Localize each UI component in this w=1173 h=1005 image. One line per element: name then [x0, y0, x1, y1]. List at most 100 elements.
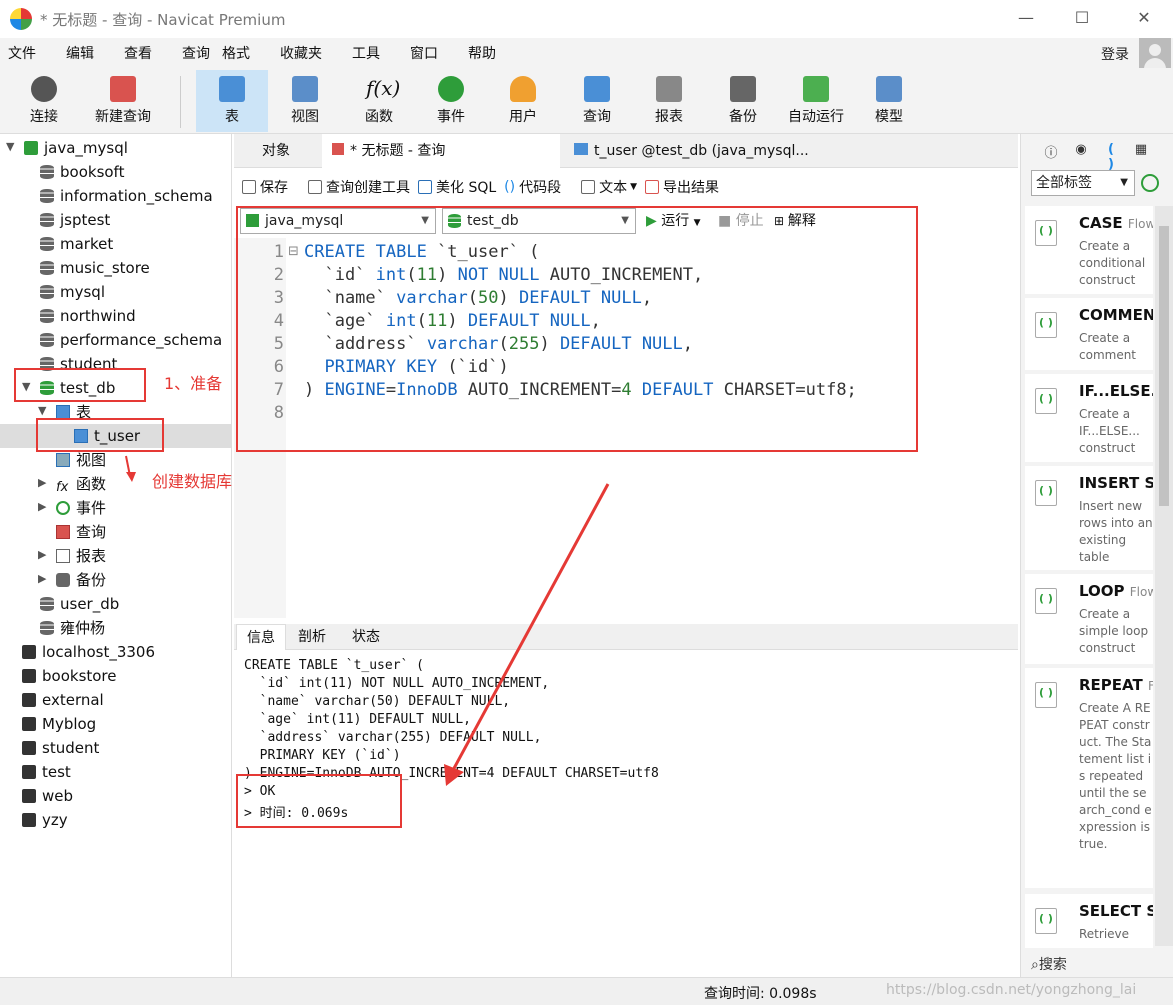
maximize-button[interactable]: ☐	[1072, 8, 1092, 28]
snippet-icon	[1035, 312, 1057, 338]
event-button[interactable]: 事件	[418, 70, 484, 132]
tree-connection-myblog[interactable]: Myblog	[22, 712, 96, 736]
connection-tree: ▼ java_mysql booksoft information_schema…	[0, 134, 232, 977]
tree-connection-student[interactable]: student	[22, 736, 99, 760]
snippet-case[interactable]: CASE FlowCreate a conditional construct	[1025, 206, 1153, 294]
tree-events[interactable]: 事件	[56, 496, 106, 520]
tree-connection-localhost[interactable]: localhost_3306	[22, 640, 155, 664]
document-tabs: 对象 * 无标题 - 查询 t_user @test_db (java_mysq…	[234, 134, 1018, 168]
snippet-scrollbar[interactable]	[1155, 206, 1173, 946]
tree-connection-java-mysql[interactable]: java_mysql	[24, 136, 128, 160]
query-builder-button[interactable]: 查询创建工具	[308, 177, 410, 197]
code-snippet-button[interactable]: () 代码段	[504, 177, 561, 197]
tree-db-jsptest[interactable]: jsptest	[40, 208, 110, 232]
collapse-arrow-icon[interactable]: ▼	[38, 404, 46, 417]
snippet-repeat[interactable]: REPEAT FlCreate A REPEAT construct. The …	[1025, 668, 1153, 888]
minimize-button[interactable]: —	[1016, 8, 1036, 28]
tab-status[interactable]: 状态	[342, 624, 390, 650]
tree-db-booksoft[interactable]: booksoft	[40, 160, 124, 184]
text-button[interactable]: 文本 ▼	[581, 177, 637, 197]
query-toolbar: 保存 查询创建工具 美化 SQL () 代码段 文本 ▼ 导出结果	[234, 170, 1018, 204]
menu-window[interactable]: 窗口	[410, 43, 438, 63]
grid-icon[interactable]: ▦	[1133, 142, 1149, 158]
tab-objects[interactable]: 对象	[252, 134, 300, 168]
tree-backups[interactable]: 备份	[56, 568, 106, 592]
code-snippet-icon[interactable]: ( )	[1103, 142, 1119, 172]
tree-db-northwind[interactable]: northwind	[40, 304, 136, 328]
dropdown-arrow-icon: ▼	[630, 182, 638, 192]
clock-icon	[438, 76, 464, 102]
annotation-box-result	[236, 774, 402, 828]
tree-queries[interactable]: 查询	[56, 520, 106, 544]
collapse-arrow-icon[interactable]: ▼	[6, 140, 14, 153]
tree-db-market[interactable]: market	[40, 232, 113, 256]
query-icon	[584, 76, 610, 102]
window-title: * 无标题 - 查询 - Navicat Premium	[40, 10, 286, 29]
refresh-icon[interactable]	[1141, 174, 1159, 192]
query-icon	[56, 525, 70, 539]
model-button[interactable]: 模型	[856, 70, 922, 132]
menu-query[interactable]: 查询	[182, 43, 210, 63]
menu-tools[interactable]: 工具	[352, 43, 380, 63]
snippet-if-else[interactable]: IF...ELSE...Create a IF...ELSE... constr…	[1025, 374, 1153, 462]
output-line: PRIMARY KEY (`id`)	[244, 748, 401, 763]
beautify-sql-button[interactable]: 美化 SQL	[418, 177, 496, 197]
annotation-box-editor	[236, 206, 918, 452]
tab-t-user[interactable]: t_user @test_db (java_mysql...	[564, 134, 819, 168]
function-button[interactable]: f(x) 函数	[346, 70, 412, 132]
schedule-button[interactable]: 自动运行	[784, 70, 848, 132]
tree-reports[interactable]: 报表	[56, 544, 106, 568]
tree-connection-bookstore[interactable]: bookstore	[22, 664, 117, 688]
connect-button[interactable]: 连接	[18, 70, 70, 132]
tree-db-mysql[interactable]: mysql	[40, 280, 105, 304]
snippet-icon	[1035, 388, 1057, 414]
close-button[interactable]: ✕	[1134, 8, 1154, 28]
watermark: https://blog.csdn.net/yongzhong_lai	[886, 982, 1137, 998]
tree-connection-external[interactable]: external	[22, 688, 104, 712]
report-button[interactable]: 报表	[636, 70, 702, 132]
query-button[interactable]: 查询	[564, 70, 630, 132]
tab-message[interactable]: 信息	[236, 624, 286, 650]
expand-arrow-icon[interactable]: ▶	[38, 572, 46, 585]
expand-arrow-icon[interactable]: ▶	[38, 476, 46, 489]
export-results-button[interactable]: 导出结果	[645, 177, 719, 197]
tree-functions[interactable]: fx 函数	[56, 472, 106, 496]
expand-arrow-icon[interactable]: ▶	[38, 548, 46, 561]
new-query-button[interactable]: 新建查询	[88, 70, 158, 132]
table-button[interactable]: 表	[196, 70, 268, 132]
tag-filter-select[interactable]: 全部标签 ▼	[1031, 170, 1135, 196]
menu-file[interactable]: 文件	[8, 43, 36, 63]
tree-connection-web[interactable]: web	[22, 784, 73, 808]
tree-db-user-db[interactable]: user_db	[40, 592, 119, 616]
menu-edit[interactable]: 编辑	[66, 43, 94, 63]
info-icon[interactable]: ⓘ	[1043, 142, 1059, 161]
avatar-icon[interactable]	[1139, 38, 1171, 70]
tree-db-yongzhongyang[interactable]: 雍仲杨	[40, 616, 105, 640]
user-button[interactable]: 用户	[490, 70, 556, 132]
login-link[interactable]: 登录	[1101, 44, 1129, 64]
backup-button[interactable]: 备份	[710, 70, 776, 132]
table-icon	[219, 76, 245, 102]
snippet-insert[interactable]: INSERT SyInsert new rows into an existin…	[1025, 466, 1153, 570]
view-button[interactable]: 视图	[272, 70, 338, 132]
menu-format[interactable]: 格式	[222, 43, 250, 63]
tree-connection-test[interactable]: test	[22, 760, 71, 784]
snippet-comment[interactable]: COMMENCreate a comment	[1025, 298, 1153, 370]
eye-icon[interactable]: ◉	[1073, 142, 1089, 158]
tree-db-performance-schema[interactable]: performance_schema	[40, 328, 222, 352]
snippet-select[interactable]: SELECT SyRetrieve	[1025, 894, 1153, 948]
snippet-search[interactable]: ⌕搜索	[1031, 954, 1067, 974]
snippet-loop[interactable]: LOOP FlowCreate a simple loop construct	[1025, 574, 1153, 664]
expand-arrow-icon[interactable]: ▶	[38, 500, 46, 513]
save-button[interactable]: 保存	[242, 177, 288, 197]
tab-profile[interactable]: 剖析	[288, 624, 336, 650]
snippet-icon	[1035, 480, 1057, 506]
connection-icon	[22, 645, 36, 659]
tab-untitled-query[interactable]: * 无标题 - 查询	[322, 134, 560, 168]
tree-db-information-schema[interactable]: information_schema	[40, 184, 213, 208]
tree-connection-yzy[interactable]: yzy	[22, 808, 68, 832]
menu-help[interactable]: 帮助	[468, 43, 496, 63]
tree-db-music-store[interactable]: music_store	[40, 256, 150, 280]
menu-view[interactable]: 查看	[124, 43, 152, 63]
menu-favorites[interactable]: 收藏夹	[280, 43, 322, 63]
